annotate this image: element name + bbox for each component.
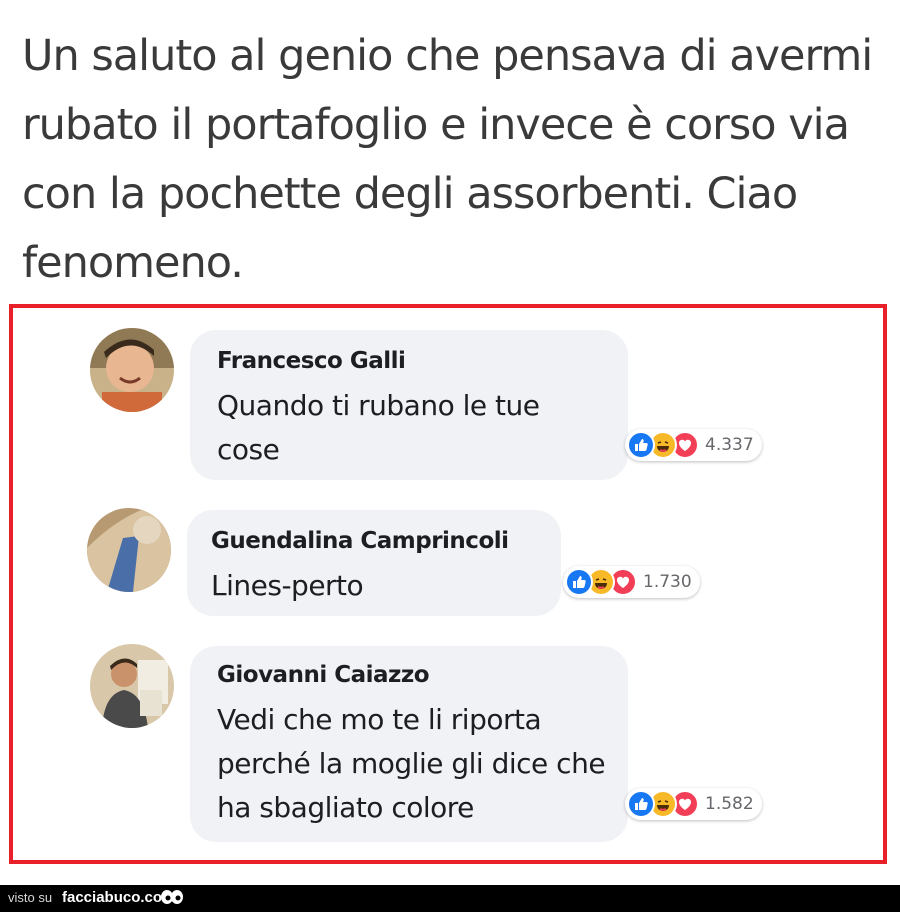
watermark-prefix: visto su bbox=[8, 890, 53, 905]
reaction-count: 1.582 bbox=[705, 794, 754, 814]
avatar[interactable] bbox=[87, 508, 171, 592]
like-icon bbox=[627, 431, 655, 459]
reaction-summary[interactable]: 1.730 bbox=[563, 566, 700, 598]
watermark-bar: visto su facciabuco.com bbox=[0, 885, 900, 912]
like-icon bbox=[627, 790, 655, 818]
reaction-count: 1.730 bbox=[643, 572, 692, 592]
reaction-summary[interactable]: 4.337 bbox=[625, 429, 762, 461]
post-text: Un saluto al genio che pensava di avermi… bbox=[22, 31, 873, 288]
comments-highlight-frame: Francesco Galli Quando ti rubano le tue … bbox=[9, 304, 887, 864]
like-icon bbox=[565, 568, 593, 596]
avatar[interactable] bbox=[90, 644, 174, 728]
comment-author[interactable]: Francesco Galli bbox=[217, 348, 406, 374]
watermark-brand[interactable]: facciabuco.com bbox=[62, 889, 175, 906]
comment-author[interactable]: Guendalina Camprincoli bbox=[211, 528, 509, 554]
comment-author[interactable]: Giovanni Caiazzo bbox=[217, 662, 430, 688]
comment-text: Vedi che mo te li riporta perché la mogl… bbox=[217, 703, 606, 824]
comment-text: Quando ti rubano le tue cose bbox=[217, 389, 540, 466]
reaction-summary[interactable]: 1.582 bbox=[625, 788, 762, 820]
reaction-count: 4.337 bbox=[705, 435, 754, 455]
eyes-logo-icon bbox=[160, 889, 184, 912]
comment-text: Lines-perto bbox=[211, 569, 364, 602]
avatar[interactable] bbox=[90, 328, 174, 412]
